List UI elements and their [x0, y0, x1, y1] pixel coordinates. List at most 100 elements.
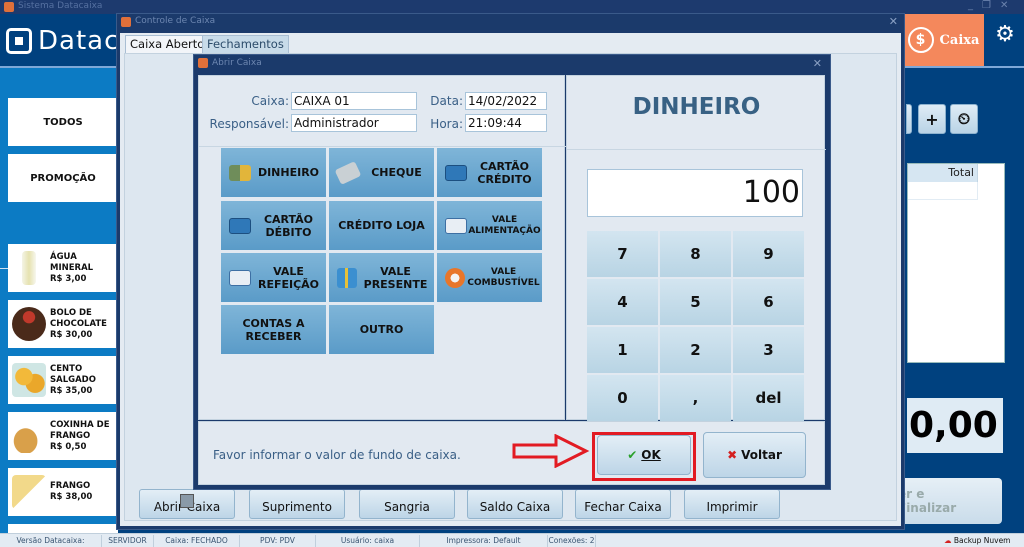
voltar-button[interactable]: ✖ Voltar — [703, 432, 806, 478]
caixa-label: Caixa: — [251, 94, 289, 108]
finalize-button[interactable]: er e Finalizar — [898, 478, 1002, 524]
payment-vale-presente[interactable]: VALE PRESENTE — [329, 253, 434, 302]
amount-input[interactable]: 100 — [587, 169, 803, 217]
tool-button-partial[interactable] — [906, 104, 912, 134]
sangria-button[interactable]: Sangria — [359, 489, 455, 519]
category-promocao[interactable]: PROMOÇÃO — [8, 154, 118, 202]
close-icon[interactable]: ✕ — [889, 15, 898, 28]
hora-label: Hora: — [430, 117, 463, 131]
voltar-label: Voltar — [741, 448, 782, 462]
keypad-key-2[interactable]: 2 — [660, 327, 731, 373]
settings-button[interactable]: ⚙ — [986, 22, 1024, 58]
caixa-button-label: Caixa — [939, 32, 980, 48]
caixa-button[interactable]: $ Caixa — [903, 14, 984, 66]
payment-label: DINHEIRO — [257, 166, 320, 179]
x-icon: ✖ — [727, 448, 738, 462]
keypad-key-4[interactable]: 4 — [587, 279, 658, 325]
product-item[interactable]: FRANGO R$ 38,00 — [8, 468, 118, 516]
product-name-line: SALGADO — [50, 374, 96, 385]
product-name-line: COXINHA DE — [50, 419, 110, 430]
logo-text: Datac — [38, 26, 120, 56]
keypad-key-comma[interactable]: , — [660, 375, 731, 421]
dialog-footer: Favor informar o valor de fundo de caixa… — [198, 421, 825, 485]
tab-caixa-aberto[interactable]: Caixa Aberto — [125, 35, 210, 53]
payment-label-line: VALE — [273, 264, 304, 278]
backup-nuvem[interactable]: ☁ Backup Nuvem — [944, 535, 1011, 547]
status-server: SERVIDOR — [102, 535, 154, 547]
product-name-line: FRANGO — [50, 430, 91, 441]
status-bar: Versão Datacaixa: 2021.09.23 SERVIDOR Ca… — [0, 533, 1024, 547]
payment-contas-a-receber[interactable]: CONTAS A RECEBER — [221, 305, 326, 354]
keypad-key-6[interactable]: 6 — [733, 279, 804, 325]
safe-icon — [180, 494, 194, 508]
controle-caixa-title: Controle de Caixa — [135, 16, 216, 26]
logo: Datac — [6, 26, 119, 56]
scale-button[interactable]: ⏲ — [950, 104, 978, 134]
add-button[interactable]: + — [918, 104, 946, 134]
responsavel-field[interactable]: Administrador — [291, 114, 417, 132]
payment-dinheiro[interactable]: DINHEIRO — [221, 148, 326, 197]
keypad-key-9[interactable]: 9 — [733, 231, 804, 277]
imprimir-label: Imprimir — [706, 500, 758, 514]
keypad-key-del[interactable]: del — [733, 375, 804, 421]
category-todos[interactable]: TODOS — [8, 98, 118, 146]
hora-field[interactable]: 21:09:44 — [465, 114, 547, 132]
abrir-caixa-title: Abrir Caixa — [212, 58, 262, 68]
payment-cartao-debito[interactable]: CARTÃO DÉBITO — [221, 201, 326, 250]
column-header-total[interactable]: Total — [908, 164, 978, 182]
payment-vale-combustivel[interactable]: VALE COMBUSTÍVEL — [437, 253, 542, 302]
keypad-key-8[interactable]: 8 — [660, 231, 731, 277]
abrir-caixa-button[interactable]: Abrir Caixa — [139, 489, 235, 519]
saldo-caixa-button[interactable]: Saldo Caixa — [467, 489, 563, 519]
product-item[interactable]: ÁGUA MINERAL R$ 3,00 — [8, 244, 118, 292]
payment-vale-refeicao[interactable]: VALE REFEIÇÃO — [221, 253, 326, 302]
payment-label-line: DÉBITO — [265, 225, 312, 239]
payment-label-line: RECEBER — [245, 329, 302, 343]
payment-outro[interactable]: OUTRO — [329, 305, 434, 354]
payment-cheque[interactable]: CHEQUE — [329, 148, 434, 197]
suprimento-button[interactable]: Suprimento — [249, 489, 345, 519]
close-icon[interactable]: ✕ — [813, 57, 822, 70]
status-usuario: Usuário: caixa — [316, 535, 420, 547]
payment-cartao-credito[interactable]: CARTÃO CRÉDITO — [437, 148, 542, 197]
product-item[interactable]: CENTO SALGADO R$ 35,00 — [8, 356, 118, 404]
close-button[interactable]: ✕ — [1000, 0, 1008, 11]
payment-label-line: VALE — [380, 264, 411, 278]
status-caixa: Caixa: FECHADO — [154, 535, 240, 547]
selected-payment-title: DINHEIRO — [632, 94, 761, 120]
fechar-caixa-label: Fechar Caixa — [584, 500, 662, 514]
payment-label: OUTRO — [359, 323, 404, 336]
minimize-button[interactable]: _ — [968, 0, 973, 11]
product-item[interactable]: BOLO DE CHOCOLATE R$ 30,00 — [8, 300, 118, 348]
imprimir-button[interactable]: Imprimir — [684, 489, 780, 519]
keypad-key-7[interactable]: 7 — [587, 231, 658, 277]
status-impressora: Impressora: Default — [420, 535, 548, 547]
product-item[interactable]: COXINHA DE FRANGO R$ 0,50 — [8, 412, 118, 460]
data-field[interactable]: 14/02/2022 — [465, 92, 547, 110]
keypad-key-3[interactable]: 3 — [733, 327, 804, 373]
keypad-key-1[interactable]: 1 — [587, 327, 658, 373]
dialog-right-panel: DINHEIRO 100 7 8 9 4 5 6 1 2 3 0, del — [566, 75, 826, 421]
coxinha-icon — [12, 419, 46, 453]
restore-button[interactable]: ❐ — [982, 0, 991, 11]
keypad-key-5[interactable]: 5 — [660, 279, 731, 325]
payment-label-line: VALE — [490, 266, 517, 277]
fields-divider — [199, 146, 566, 147]
id-card-icon — [445, 217, 467, 234]
table-row[interactable] — [908, 182, 978, 200]
product-price: R$ 35,00 — [50, 385, 93, 396]
right-toolbar: + ⏲ — [906, 104, 982, 134]
tab-fechamentos[interactable]: Fechamentos — [202, 35, 289, 53]
dollar-coin-icon: $ — [907, 27, 934, 53]
total-display: 0,00 — [907, 398, 1003, 453]
product-price: R$ 38,00 — [50, 492, 93, 502]
payment-vale-alimentacao[interactable]: VALE ALIMENTAÇÃO — [437, 201, 542, 250]
fechar-caixa-button[interactable]: Fechar Caixa — [575, 489, 671, 519]
status-version: Versão Datacaixa: 2021.09.23 — [0, 535, 102, 547]
sangria-label: Sangria — [384, 500, 430, 514]
fuel-icon — [445, 267, 465, 288]
gift-icon — [337, 267, 357, 288]
keypad-key-0[interactable]: 0 — [587, 375, 658, 421]
caixa-field[interactable]: CAIXA 01 — [291, 92, 417, 110]
payment-credito-loja[interactable]: CRÉDITO LOJA — [329, 201, 434, 250]
